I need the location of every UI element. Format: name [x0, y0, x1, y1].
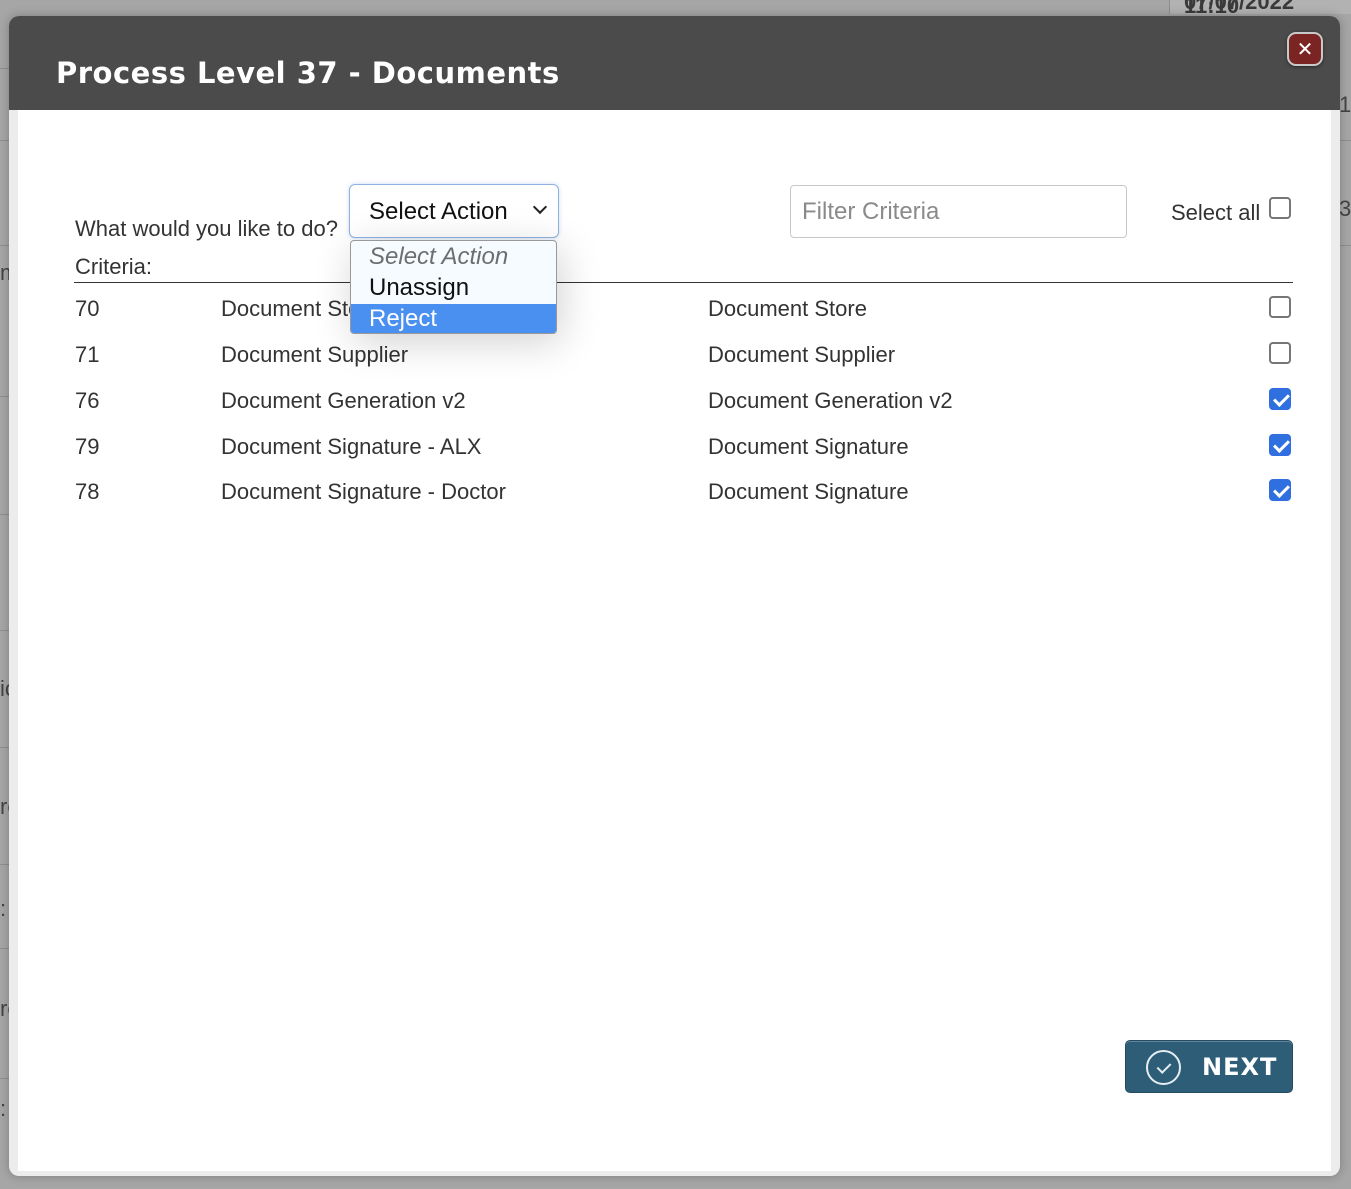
row-name: Document Supplier: [221, 342, 409, 367]
row-name: Document Signature - ALX: [221, 434, 482, 459]
select-all-checkbox[interactable]: [1269, 197, 1291, 219]
filter-criteria-input[interactable]: [790, 185, 1127, 238]
table-row: 79 Document Signature - ALX Document Sig…: [18, 434, 1331, 480]
close-button[interactable]: ✕: [1287, 32, 1323, 66]
row-checkbox[interactable]: [1269, 388, 1291, 410]
row-type: Document Store: [708, 296, 867, 321]
table-row: 78 Document Signature - Doctor Document …: [18, 479, 1331, 525]
documents-modal: Process Level 37 - Documents ✕ What woul…: [9, 16, 1340, 1176]
table-row: 76 Document Generation v2 Document Gener…: [18, 388, 1331, 434]
background-fragment: :: [0, 896, 7, 921]
row-checkbox[interactable]: [1269, 296, 1291, 318]
row-checkbox[interactable]: [1269, 434, 1291, 456]
row-id: 78: [75, 479, 100, 504]
action-question-label: What would you like to do?: [75, 216, 338, 241]
select-all-label: Select all: [1171, 200, 1261, 225]
modal-body: What would you like to do? Criteria: Sel…: [18, 110, 1331, 1171]
row-type: Document Generation v2: [708, 388, 953, 413]
row-type: Document Signature: [708, 434, 909, 459]
row-checkbox[interactable]: [1269, 342, 1291, 364]
next-button[interactable]: NEXT: [1125, 1040, 1293, 1093]
row-name: Document Generation v2: [221, 388, 466, 413]
background-timestamp: 07/07/2022 11:10: [1169, 0, 1351, 14]
modal-header: Process Level 37 - Documents ✕: [9, 16, 1340, 110]
action-select-value: Select Action: [369, 198, 508, 225]
row-id: 79: [75, 434, 100, 459]
row-id: 76: [75, 388, 100, 413]
action-select[interactable]: Select Action: [349, 184, 559, 238]
next-label: NEXT: [1202, 1053, 1278, 1081]
dropdown-option-select-action[interactable]: Select Action: [351, 242, 556, 272]
background-fragment: 32: [1339, 196, 1351, 221]
criteria-label: Criteria:: [75, 254, 153, 279]
row-type: Document Supplier: [708, 342, 896, 367]
dropdown-option-reject[interactable]: Reject: [351, 304, 556, 333]
row-id: 70: [75, 296, 100, 321]
table-row: 70 Document Store Document Store: [18, 296, 1331, 342]
table-row: 71 Document Supplier Document Supplier: [18, 342, 1331, 388]
modal-title: Process Level 37 - Documents: [56, 56, 560, 90]
row-name: Document Signature - Doctor: [221, 479, 506, 504]
background-fragment: 14: [1339, 92, 1351, 117]
close-icon: ✕: [1296, 37, 1314, 61]
action-dropdown-list: Select Action Unassign Reject: [350, 240, 557, 334]
chevron-down-icon: [532, 199, 548, 215]
background-fragment: :: [0, 1096, 7, 1121]
table-divider: [74, 282, 1293, 283]
row-type: Document Signature: [708, 479, 909, 504]
dropdown-option-unassign[interactable]: Unassign: [351, 273, 556, 303]
check-circle-icon: [1146, 1050, 1181, 1085]
row-id: 71: [75, 342, 100, 367]
row-checkbox[interactable]: [1269, 479, 1291, 501]
